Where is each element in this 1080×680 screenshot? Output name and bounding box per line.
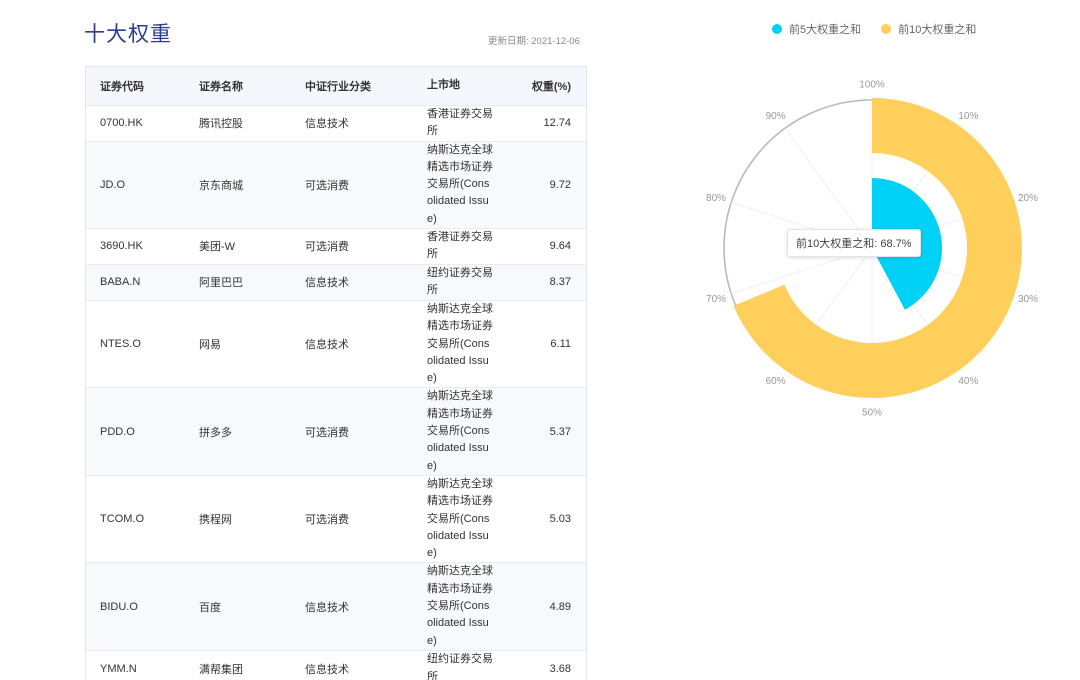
cell-weight: 9.72	[549, 178, 571, 191]
cell-weight: 8.37	[549, 276, 571, 289]
cell-exchange: 纳斯达克全球精选市场证券交易所(Consolidated Issue)	[427, 475, 527, 562]
angle-tick-label: 10%	[958, 111, 978, 122]
cell-weight: 12.74	[543, 117, 571, 129]
table-row: YMM.N 满帮集团 信息技术 纽约证券交易所 3.68	[86, 650, 586, 680]
legend-dot-top10	[881, 24, 892, 34]
cell-exchange: 纽约证券交易所	[427, 650, 527, 680]
cell-industry: 可选消费	[305, 179, 349, 192]
chart-tooltip: 前10大权重之和: 68.7%	[787, 229, 921, 257]
cell-name: 满帮集团	[199, 663, 243, 676]
angle-tick-label: 50%	[862, 408, 882, 419]
angle-tick-label: 40%	[958, 376, 978, 387]
top-ten-holdings-table: 证券代码 证券名称 中证行业分类 上市地 权重(%) 0700.HK 腾讯控股 信息…	[85, 66, 587, 680]
cell-name: 美团-W	[199, 241, 236, 254]
cell-code: YMM.N	[100, 662, 137, 675]
legend-label-top5: 前5大权重之和	[789, 24, 862, 36]
angle-tick-label: 30%	[1018, 294, 1038, 305]
legend-dot-top5	[772, 24, 782, 34]
cell-exchange: 纳斯达克全球精选市场证券交易所(Consolidated Issue)	[427, 388, 527, 475]
cell-exchange: 纽约证券交易所	[427, 264, 527, 300]
cell-industry: 信息技术	[305, 339, 349, 352]
table-row: BIDU.O 百度 信息技术 纳斯达克全球精选市场证券交易所(Consolidated…	[86, 562, 586, 651]
table-row: NTES.O 网易 信息技术 纳斯达克全球精选市场证券交易所(Consolidated…	[86, 300, 586, 387]
cell-exchange: 纳斯达克全球精选市场证券交易所(Consolidated Issue)	[427, 563, 527, 650]
table-row: PDD.O 拼多多 可选消费 纳斯达克全球精选市场证券交易所(Consolidated…	[86, 387, 586, 476]
cell-exchange: 纳斯达克全球精选市场证券交易所(Consolidated Issue)	[427, 300, 527, 387]
cell-code: 0700.HK	[100, 117, 143, 129]
cell-exchange: 香港证券交易所	[427, 105, 527, 141]
table-row: TCOM.O 携程网 可选消费 纳斯达克全球精选市场证券交易所(Consolidate…	[86, 475, 586, 562]
column-header-weight[interactable]: 权重(%)	[527, 67, 586, 105]
cell-code: PDD.O	[100, 425, 135, 438]
cell-code: TCOM.O	[100, 513, 144, 526]
legend-label-top10: 前10大权重之和	[898, 24, 977, 36]
cell-weight: 3.68	[549, 662, 571, 675]
angle-tick-label: 80%	[706, 193, 726, 204]
table-row: 0700.HK 腾讯控股 信息技术 香港证券交易所 12.74	[86, 105, 586, 141]
angle-tick-label: 60%	[766, 376, 786, 387]
table-row: BABA.N 阿里巴巴 信息技术 纽约证券交易所 8.37	[86, 264, 586, 301]
angle-tick-label: 90%	[766, 111, 786, 122]
cell-weight: 9.64	[549, 240, 571, 253]
cell-industry: 可选消费	[305, 514, 349, 527]
cell-weight: 6.11	[550, 338, 571, 351]
cell-name: 腾讯控股	[199, 118, 243, 130]
cell-weight: 4.89	[549, 600, 571, 613]
legend-item-top5[interactable]: 前5大权重之和	[772, 21, 861, 37]
cell-industry: 信息技术	[305, 118, 349, 130]
exchange-text: 纳斯达克全球精选市场证券交易所(Consolidated Issue)	[427, 302, 493, 385]
cell-code: BIDU.O	[100, 600, 138, 613]
column-header-exchange[interactable]: 上市地	[427, 67, 527, 105]
cell-exchange: 纳斯达克全球精选市场证券交易所(Consolidated Issue)	[427, 141, 527, 228]
cell-industry: 信息技术	[305, 277, 349, 290]
cell-exchange: 香港证券交易所	[427, 228, 527, 264]
cell-name: 百度	[199, 601, 221, 614]
cell-weight: 5.37	[549, 425, 571, 438]
exchange-text: 纳斯达克全球精选市场证券交易所(Consolidated Issue)	[427, 390, 493, 472]
cell-industry: 信息技术	[305, 601, 349, 614]
cell-code: NTES.O	[100, 338, 141, 351]
table-header-row: 证券代码 证券名称 中证行业分类 上市地 权重(%)	[86, 67, 586, 105]
cell-name: 网易	[199, 339, 221, 352]
cell-code: 3690.HK	[100, 240, 143, 253]
exchange-text: 纳斯达克全球精选市场证券交易所(Consolidated Issue)	[427, 565, 493, 647]
update-date: 更新日期: 2021-12-06	[488, 36, 580, 47]
exchange-text: 纽约证券交易所	[427, 653, 493, 680]
cell-name: 携程网	[199, 514, 232, 527]
table-row: 3690.HK 美团-W 可选消费 香港证券交易所 9.64	[86, 228, 586, 264]
legend-item-top10[interactable]: 前10大权重之和	[881, 21, 976, 37]
cell-code: BABA.N	[100, 276, 141, 289]
chart-legend: 前5大权重之和 前10大权重之和	[772, 21, 976, 37]
table-row: JD.O 京东商城 可选消费 纳斯达克全球精选市场证券交易所(Consolidated…	[86, 141, 586, 229]
column-header-name[interactable]: 证券名称	[199, 67, 305, 105]
cell-industry: 可选消费	[305, 426, 349, 439]
exchange-text: 纳斯达克全球精选市场证券交易所(Consolidated Issue)	[427, 477, 493, 560]
cell-name: 京东商城	[199, 179, 243, 192]
cell-name: 拼多多	[199, 426, 232, 439]
exchange-text: 纳斯达克全球精选市场证券交易所(Consolidated Issue)	[427, 143, 493, 225]
exchange-text: 香港证券交易所	[427, 107, 493, 137]
cell-industry: 可选消费	[305, 241, 349, 254]
exchange-text: 香港证券交易所	[427, 231, 493, 261]
cell-name: 阿里巴巴	[199, 277, 243, 290]
angle-tick-label: 20%	[1018, 193, 1038, 204]
column-header-industry[interactable]: 中证行业分类	[305, 67, 427, 105]
cell-industry: 信息技术	[305, 663, 349, 676]
column-header-code[interactable]: 证券代码	[86, 67, 199, 105]
angle-tick-label: 70%	[706, 294, 726, 305]
angle-tick-label: 100%	[859, 80, 885, 91]
cell-weight: 5.03	[549, 513, 571, 526]
exchange-text: 纽约证券交易所	[427, 267, 493, 297]
cell-code: JD.O	[100, 178, 126, 191]
page-title: 十大权重	[84, 23, 172, 46]
